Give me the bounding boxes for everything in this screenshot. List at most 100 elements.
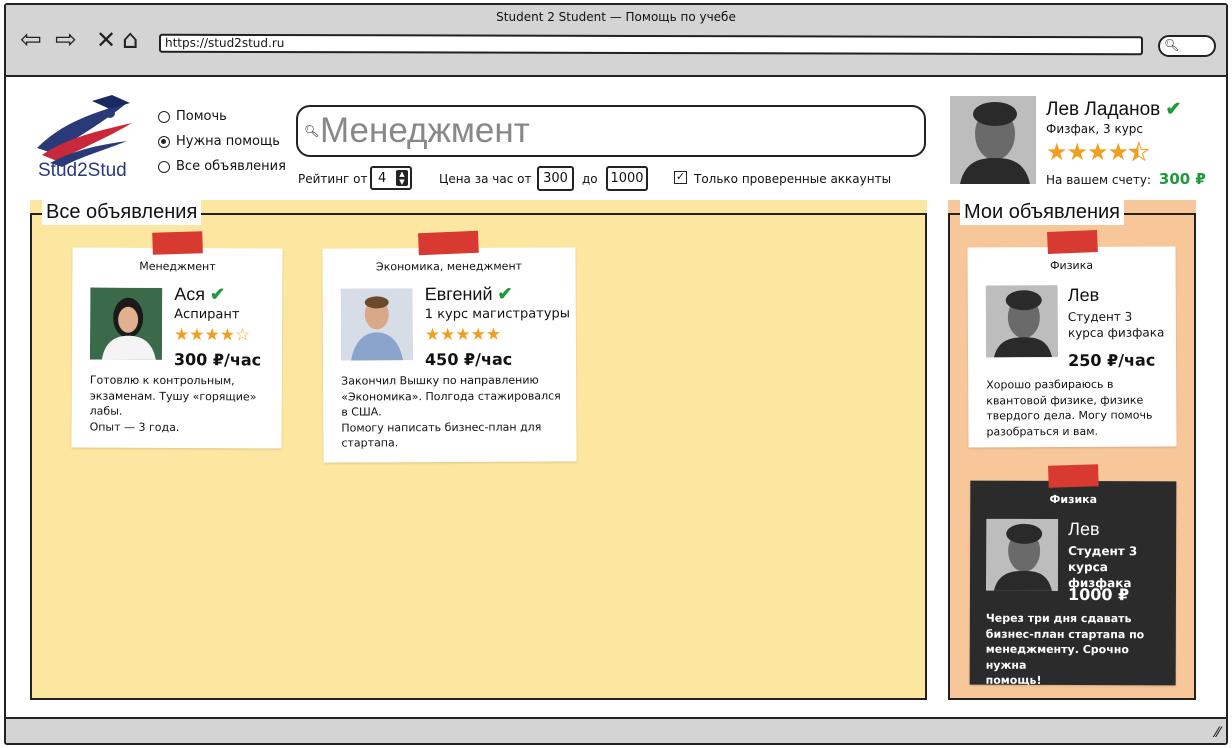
forward-arrow-icon[interactable]: ⇨ <box>55 27 77 53</box>
verified-check-icon: ✔ <box>1165 99 1182 120</box>
balance-label: На вашем счету: <box>1046 173 1152 187</box>
rating-stepper-value: 4 <box>378 171 387 186</box>
ad-author-name-text: Ася <box>174 283 206 305</box>
ad-rating-stars: ★★★★☆ <box>174 325 250 345</box>
ad-category: Менеджмент <box>139 259 216 274</box>
profile-name[interactable]: Лев Ладанов ✔ <box>1046 98 1181 121</box>
verified-checkbox[interactable]: ✓ <box>674 171 687 184</box>
ad-author-role: 1 курс магистратуры <box>424 306 571 323</box>
radio-dot <box>158 110 170 123</box>
empty-star-icon: ☆ <box>234 325 251 346</box>
my-ad-card[interactable]: Физика Лев Студент 3 курса физфака 1000 … <box>969 464 1177 689</box>
verified-label: Только проверенные аккаунты <box>694 172 892 186</box>
radio-help[interactable]: Помочь <box>158 104 286 129</box>
ad-avatar <box>340 288 414 361</box>
browser-search[interactable]: 🔍︎ <box>1158 35 1216 57</box>
close-icon[interactable]: ✕ <box>96 27 116 53</box>
ad-card[interactable]: Менеджмент Ася ✔ Аспирант ★★★★☆ 300 ₽/ча… <box>71 231 283 449</box>
ad-avatar <box>89 287 163 360</box>
desc-line: помощь! <box>985 673 1042 687</box>
ad-author-role: Студент 3 курса физфака <box>1067 309 1165 341</box>
ad-category: Физика <box>1049 492 1098 507</box>
ad-rating-stars: ★★★★★ <box>425 325 501 345</box>
home-icon[interactable]: ⌂ <box>122 27 139 53</box>
filters-bar: Рейтинг от 4 ▲ ▼ Цена за час от 300 до 10… <box>298 166 938 192</box>
price-filter-label: Цена за час от <box>439 172 532 186</box>
search-icon: 🔍︎ <box>304 124 320 138</box>
rating-stepper[interactable]: 4 ▲ ▼ <box>370 166 412 190</box>
logo-text: Stud2Stud <box>38 160 127 181</box>
profile-rating-stars: ★★★★★ <box>1046 138 1150 167</box>
tape-decoration <box>1048 464 1099 488</box>
ad-author-name: Лев <box>1068 518 1100 540</box>
desc-line: «Экономика». Полгода стажировался <box>341 388 561 404</box>
price-to-input[interactable]: 1000 <box>606 166 648 191</box>
radio-all-ads[interactable]: Все объявления <box>158 154 286 179</box>
desc-line: твердого дела. Могу помочь <box>986 408 1153 423</box>
desc-line: квантовой физике, физике <box>986 393 1144 407</box>
price-to-label: до <box>582 172 598 186</box>
star-icon: ★★★★★ <box>424 324 502 346</box>
ad-author-name: Ася ✔ <box>174 284 225 305</box>
ad-price: 300 ₽/час <box>173 349 262 370</box>
ad-author-name: Лев <box>1067 284 1100 306</box>
desc-line: экзаменам. Тушу «горящие» <box>89 389 257 403</box>
rating-filter-label: Рейтинг от <box>298 172 368 186</box>
desc-line: Готовлю к контрольным, <box>89 373 235 388</box>
profile-name-text: Лев Ладанов <box>1046 99 1161 120</box>
desc-line: бизнес-план стартапа по <box>985 627 1145 641</box>
ad-author-role: Аспирант <box>174 306 240 323</box>
radio-label: Помочь <box>176 109 227 124</box>
ad-category: Физика <box>1050 258 1094 273</box>
ad-card[interactable]: Экономика, менеджмент Евгений ✔ 1 курс м… <box>322 230 577 463</box>
window-title: Student 2 Student — Помощь по учебе <box>496 10 736 24</box>
verified-check-icon: ✔ <box>497 283 513 304</box>
half-star-icon: ★ <box>1128 138 1150 167</box>
balance-amount: 300 ₽ <box>1158 170 1206 188</box>
search-icon: 🔍︎ <box>1164 38 1180 52</box>
ad-description: Хорошо разбираюсь в квантовой физике, фи… <box>986 376 1171 439</box>
ad-description: Готовлю к контрольным, экзаменам. Тушу «… <box>90 373 275 436</box>
ad-price: 250 ₽/час <box>1068 350 1156 371</box>
profile-balance: На вашем счету: 300 ₽ <box>1046 170 1206 188</box>
radio-need-help[interactable]: Нужна помощь <box>158 129 286 154</box>
desc-line: разобраться и вам. <box>986 424 1099 438</box>
desc-line: Закончил Вышку по направлению <box>341 373 539 388</box>
panel-title: Мои объявления <box>960 199 1124 225</box>
radio-dot-selected <box>158 135 170 148</box>
ad-author-name-text: Евгений <box>424 283 493 305</box>
desc-line: Помогу написать бизнес-план для <box>341 420 542 435</box>
verified-check-icon: ✔ <box>210 284 226 305</box>
radio-dot <box>158 160 170 173</box>
ad-description: Закончил Вышку по направлению «Экономика… <box>341 372 571 451</box>
ad-avatar <box>985 285 1059 358</box>
back-arrow-icon[interactable]: ⇦ <box>20 27 42 53</box>
star-icon: ★★★★ <box>1046 138 1129 166</box>
radio-label: Все объявления <box>176 159 286 174</box>
my-ads-panel: Мои объявления Физика Лев Студент 3 курс… <box>948 199 1196 700</box>
desc-line: лабы. <box>89 404 123 418</box>
ad-price: 450 ₽/час <box>424 349 513 370</box>
radio-label: Нужна помощь <box>176 134 280 149</box>
url-bar[interactable]: https://stud2stud.ru <box>158 33 1144 56</box>
ad-price: 1000 ₽ <box>1067 584 1130 605</box>
search-value: Менеджмент <box>320 111 530 150</box>
price-from-input[interactable]: 300 <box>537 166 574 191</box>
my-ad-card[interactable]: Физика Лев Студент 3 курса физфака 250 ₽… <box>967 230 1177 448</box>
stepper-arrows-icon[interactable]: ▲ ▼ <box>396 170 408 186</box>
tape-decoration <box>152 231 203 255</box>
search-input[interactable]: 🔍︎ Менеджмент <box>296 105 926 157</box>
tape-decoration <box>417 230 479 256</box>
ad-description: Через три дня сдавать бизнес-план старта… <box>986 611 1172 689</box>
resize-handle-icon[interactable]: ⁄⁄ <box>1215 725 1220 741</box>
all-ads-panel: Все объявления Менеджмент Ася ✔ Аспирант… <box>30 199 927 700</box>
desc-line: менеджменту. Срочно нужна <box>985 642 1129 672</box>
desc-line: в США. <box>341 405 382 419</box>
desc-line: Опыт — 3 года. <box>89 420 180 434</box>
mode-radio-group: Помочь Нужна помощь Все объявления <box>158 104 286 179</box>
browser-titlebar: Student 2 Student — Помощь по учебе ⇦ ⇨ … <box>6 5 1226 77</box>
profile-avatar[interactable] <box>950 96 1036 184</box>
ad-author-name: Евгений ✔ <box>425 284 513 305</box>
desc-line: стартапа. <box>341 436 399 450</box>
tape-decoration <box>1047 230 1098 254</box>
